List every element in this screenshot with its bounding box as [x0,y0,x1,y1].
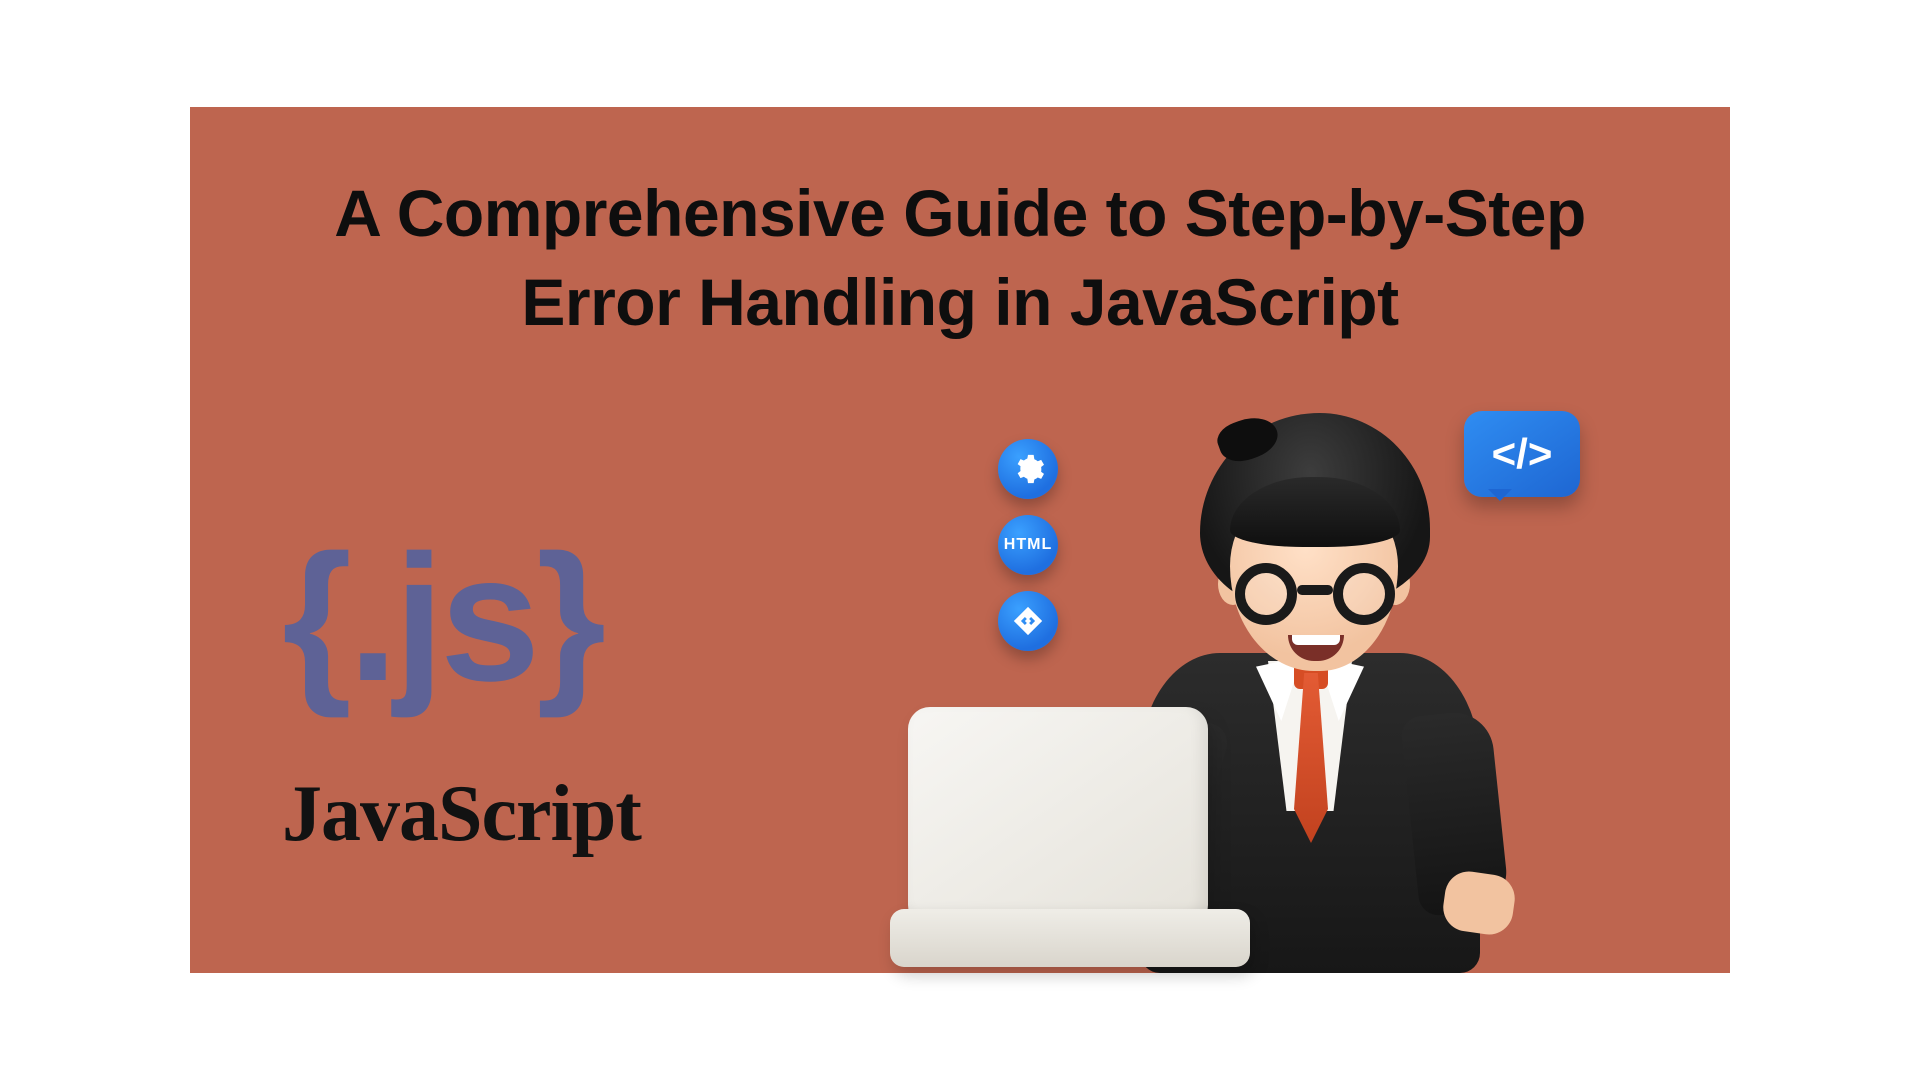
javascript-logo: {.js} JavaScript [282,529,702,860]
glasses-icon [1235,563,1395,619]
hero-banner: A Comprehensive Guide to Step-by-Step Er… [190,107,1730,973]
javascript-wordmark: JavaScript [282,769,702,860]
illustration: HTML </> [920,393,1540,973]
html-badge-icon: HTML [998,515,1058,575]
laptop-icon [890,707,1250,967]
code-diamond-icon [998,591,1058,651]
page-title: A Comprehensive Guide to Step-by-Step Er… [267,169,1653,347]
gear-icon [998,439,1058,499]
js-braces-icon: {.js} [282,529,702,709]
